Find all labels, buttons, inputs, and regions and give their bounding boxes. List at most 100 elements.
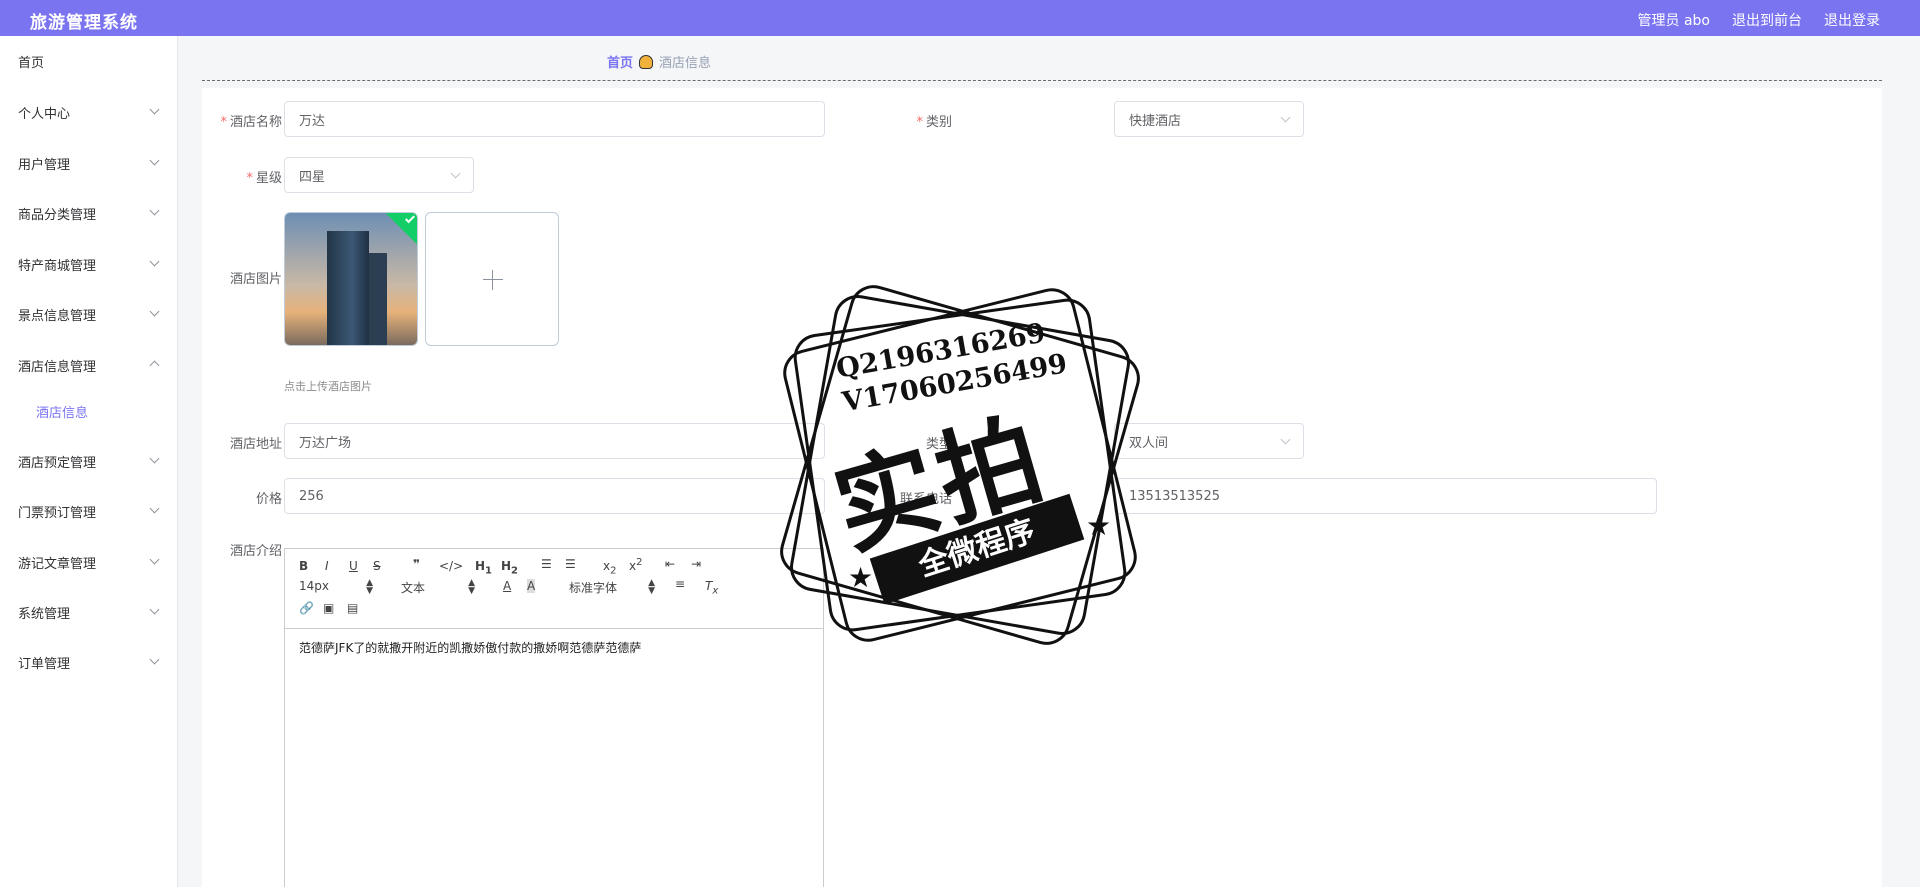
chevron-down-icon [450,168,461,179]
editor-content[interactable]: 范德萨JFK了的就撒开附近的凯撒娇傲付款的撒娇啊范德萨范德萨 [285,629,823,887]
sidebar-item-travel-notes[interactable]: 游记文章管理 [0,547,178,577]
align-button[interactable]: ≡ [675,577,685,591]
chevron-down-icon [149,306,160,317]
sidebar-item-label: 首页 [18,55,45,71]
top-nav: 管理员 abo 退出到前台 退出登录 [1638,10,1880,30]
breadcrumb-current: 酒店信息 [659,56,712,71]
divider [202,80,1882,81]
hotel-name-input[interactable]: 万达 [284,101,825,137]
sidebar-item-label: 个人中心 [18,106,71,122]
chevron-down-icon [149,554,160,565]
chevron-down-icon [149,453,160,464]
editor-toolbar: B I U S ❞ </> H1 H2 ☰ ☰ x2 x2 ⇤ ⇥ 14px ▲ ▼… [285,549,823,629]
category-label: * 类别 [916,115,952,130]
clear-format-button[interactable]: Tx [705,579,718,596]
star-label: * 星级 [246,171,282,186]
price-label: 价格 [255,492,282,507]
sidebar-item-scenic[interactable]: 景点信息管理 [0,299,178,329]
sidebar-item-label: 门票预订管理 [18,505,97,521]
plus-icon [483,279,503,280]
h2-button[interactable]: H2 [501,559,518,576]
blockquote-button[interactable]: ❞ [413,557,420,571]
sidebar-item-label: 景点信息管理 [18,308,97,324]
sidebar: 首页 个人中心 用户管理 商品分类管理 特产商城管理 景点信息管理 酒店信息管理… [0,36,178,887]
sidebar-item-label: 酒店预定管理 [18,455,97,471]
sidebar-item-label: 酒店信息管理 [18,359,97,375]
font-family-select[interactable]: 标准字体 ▲ ▼ [569,579,655,596]
rich-text-editor: B I U S ❞ </> H1 H2 ☰ ☰ x2 x2 ⇤ ⇥ 14px ▲ ▼… [284,548,824,887]
sidebar-subitem-hotel-info[interactable]: 酒店信息 [0,396,178,426]
sidebar-item-label: 订单管理 [18,656,71,672]
top-bar: 旅游管理系统 管理员 abo 退出到前台 退出登录 [0,0,1920,36]
to-front-link[interactable]: 退出到前台 [1732,10,1802,30]
ordered-list-button[interactable]: ☰ [541,557,552,571]
sidebar-item-label: 特产商城管理 [18,258,97,274]
breadcrumb-home[interactable]: 首页 [607,52,633,71]
chevron-down-icon [149,503,160,514]
sidebar-item-label: 用户管理 [18,157,71,173]
breadcrumb: 首页 酒店信息 [607,52,711,71]
hotel-image-thumbnail[interactable] [284,212,418,346]
background-color-button[interactable]: A [527,579,536,593]
address-input[interactable]: 万达广场 [284,423,825,459]
image-icon[interactable]: ▣ [323,601,334,615]
chevron-down-icon [1280,434,1291,445]
sidebar-item-hotel-info[interactable]: 酒店信息管理 [0,350,178,380]
phone-input[interactable]: 13513513525 [1114,478,1657,514]
code-button[interactable]: </> [439,559,463,573]
superscript-button[interactable]: x2 [629,557,642,573]
sidebar-item-label: 系统管理 [18,606,71,622]
outdent-button[interactable]: ⇤ [665,557,675,571]
sidebar-item-users[interactable]: 用户管理 [0,148,178,178]
room-type-select[interactable]: 双人间 [1114,423,1304,459]
hotel-image-label: 酒店图片 [229,272,282,287]
category-select[interactable]: 快捷酒店 [1114,101,1304,137]
sidebar-item-label: 游记文章管理 [18,556,97,572]
chevron-down-icon [149,256,160,267]
italic-button[interactable]: I [325,559,329,573]
chevron-down-icon [149,604,160,615]
font-color-button[interactable]: A [503,579,511,593]
address-label: 酒店地址 [229,437,282,452]
app-title: 旅游管理系统 [30,13,138,33]
bold-button[interactable]: B [299,559,308,573]
room-type-label: 类型 [925,437,952,452]
chevron-down-icon [1280,112,1291,123]
hotel-name-label: * 酒店名称 [220,115,282,130]
block-format-select[interactable]: 文本 ▲ ▼ [401,579,475,596]
bullet-list-button[interactable]: ☰ [565,557,576,571]
sidebar-item-orders[interactable]: 订单管理 [0,647,178,677]
chevron-down-icon [149,654,160,665]
price-input[interactable]: 256 [284,478,825,514]
font-size-select[interactable]: 14px ▲ ▼ [299,579,373,596]
sidebar-item-ticket-booking[interactable]: 门票预订管理 [0,496,178,526]
intro-label: 酒店介绍 [229,544,282,559]
main-content: 首页 酒店信息 * 酒店名称 万达 * 类别 快捷酒店 * 星级 四星 酒店图片 点击… [202,36,1882,887]
link-icon[interactable]: 🔗 [299,601,314,615]
sidebar-item-hotel-booking[interactable]: 酒店预定管理 [0,446,178,476]
indent-button[interactable]: ⇥ [691,557,701,571]
h1-button[interactable]: H1 [475,559,492,576]
sidebar-item-specialty-mall[interactable]: 特产商城管理 [0,249,178,279]
sidebar-item-home[interactable]: 首页 [0,46,178,76]
hand-icon [639,54,654,69]
chevron-down-icon [149,205,160,216]
chevron-down-icon [149,155,160,166]
hotel-form: * 酒店名称 万达 * 类别 快捷酒店 * 星级 四星 酒店图片 点击上传酒店图片 酒… [202,88,1882,887]
sidebar-item-system[interactable]: 系统管理 [0,597,178,627]
admin-user-link[interactable]: 管理员 abo [1638,10,1710,30]
upload-button[interactable] [425,212,559,346]
phone-label: 联系电话 [899,492,952,507]
strike-button[interactable]: S [373,559,381,573]
video-icon[interactable]: ▤ [347,601,358,615]
subscript-button[interactable]: x2 [603,559,616,576]
chevron-up-icon [149,360,160,371]
sidebar-item-profile[interactable]: 个人中心 [0,97,178,127]
upload-tip: 点击上传酒店图片 [284,380,372,393]
sidebar-item-label: 商品分类管理 [18,207,97,223]
chevron-down-icon [149,104,160,115]
underline-button[interactable]: U [349,559,358,573]
sidebar-item-goods-category[interactable]: 商品分类管理 [0,198,178,228]
logout-link[interactable]: 退出登录 [1824,10,1880,30]
star-select[interactable]: 四星 [284,157,474,193]
